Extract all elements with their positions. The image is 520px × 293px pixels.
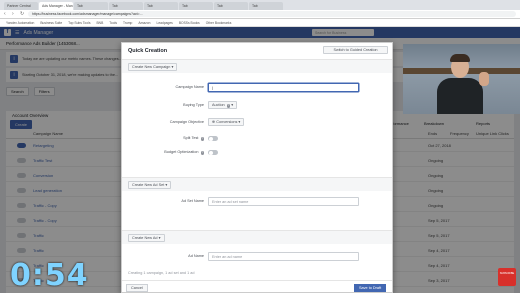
ad-section-body: Ad Name Enter an ad name xyxy=(122,244,392,268)
subscribe-badge[interactable]: SUBSCRIBE xyxy=(498,268,516,286)
bookmark-item[interactable]: Yandex Automation xyxy=(6,21,34,25)
bookmark-item[interactable]: Trump xyxy=(123,21,132,25)
creation-summary: Creating 1 campaign, 1 ad set and 1 ad xyxy=(128,271,195,275)
browser-tab[interactable]: Ads Manager - Manage Ads xyxy=(39,2,73,10)
campaign-section-header: Create New Campaign ▾ xyxy=(122,59,392,73)
browser-tab[interactable]: Tab xyxy=(144,2,178,10)
browser-tab[interactable]: Tab xyxy=(214,2,248,10)
bookmark-item[interactable]: Other Bookmarks xyxy=(206,21,232,25)
cancel-button[interactable]: Cancel xyxy=(126,284,148,292)
browser-tab[interactable]: Tab xyxy=(74,2,108,10)
create-new-campaign-button[interactable]: Create New Campaign ▾ xyxy=(128,63,178,71)
webcam-overlay xyxy=(403,44,520,114)
switch-guided-creation-button[interactable]: Switch to Guided Creation xyxy=(323,46,388,54)
presenter-hand xyxy=(479,72,489,86)
budget-optimization-label: Budget Optimization i xyxy=(164,150,204,155)
adset-name-label: Ad Set Name xyxy=(181,199,204,203)
browser-tab[interactable]: Tab xyxy=(179,2,213,10)
campaign-objective-label: Campaign Objective xyxy=(169,120,204,124)
campaign-objective-dropdown[interactable]: ⊕ Conversions ▾ xyxy=(208,118,245,126)
adset-section-body: Ad Set Name Enter an ad set name xyxy=(122,191,392,227)
browser-tab[interactable]: Tab xyxy=(109,2,143,10)
buying-type-label: Buying Type xyxy=(183,103,204,107)
bookmarks-bar: Yandex Automation Business Suite Top Subs … xyxy=(0,19,520,27)
bookmark-item[interactable]: Business Suite xyxy=(40,21,62,25)
budget-optimization-toggle[interactable] xyxy=(208,150,218,155)
bookmark-item[interactable]: Amazon xyxy=(138,21,150,25)
modal-title: Quick Creation xyxy=(128,48,168,54)
bookmark-item[interactable]: Tools xyxy=(109,21,117,25)
buying-type-dropdown[interactable]: Auction i ▾ xyxy=(208,101,238,109)
browser-tab-bar: Partner CentralAds Manager - Manage AdsT… xyxy=(0,0,520,10)
split-test-toggle[interactable] xyxy=(208,136,218,141)
adset-section-header: Create New Ad Set ▾ xyxy=(122,177,392,191)
reload-icon[interactable]: ↻ xyxy=(20,11,25,17)
campaign-section-body: Campaign Name | Buying Type Auction i ▾ … xyxy=(122,73,392,161)
bookmark-item[interactable]: BOSSs Books xyxy=(179,21,200,25)
quick-creation-modal: Quick Creation Switch to Guided Creation… xyxy=(121,42,393,293)
countdown-timer: 0:54 xyxy=(10,258,89,293)
save-to-draft-button[interactable]: Save to Draft xyxy=(354,284,387,292)
objective-icon: ⊕ xyxy=(212,120,216,124)
browser-url-bar: ‹ › ↻ https://business.facebook.com/adsm… xyxy=(0,10,520,19)
info-icon: i xyxy=(200,150,204,155)
ad-name-input[interactable]: Enter an ad name xyxy=(208,252,359,261)
presenter-body xyxy=(437,78,483,114)
ad-section-header: Create New Ad ▾ xyxy=(122,230,392,244)
campaign-name-input[interactable]: | xyxy=(208,83,359,92)
split-test-label: Split Test i xyxy=(183,136,204,141)
bookmark-item[interactable]: Top Subs Tools xyxy=(68,21,90,25)
create-new-adset-button[interactable]: Create New Ad Set ▾ xyxy=(128,181,172,189)
presenter-hair xyxy=(450,54,470,62)
address-input[interactable]: https://business.facebook.com/adsmanager… xyxy=(28,11,516,17)
bookmark-item[interactable]: Leadpages xyxy=(156,21,172,25)
back-icon[interactable]: ‹ xyxy=(4,11,9,17)
ad-name-label: Ad Name xyxy=(188,254,204,258)
campaign-name-label: Campaign Name xyxy=(175,85,205,89)
modal-footer: Cancel Save to Draft xyxy=(122,280,392,292)
browser-tab[interactable]: Tab xyxy=(249,2,283,10)
info-icon: i xyxy=(200,136,204,141)
info-icon: i xyxy=(226,103,231,108)
create-new-ad-button[interactable]: Create New Ad ▾ xyxy=(128,234,165,242)
bookmark-item[interactable]: BNB xyxy=(96,21,103,25)
forward-icon[interactable]: › xyxy=(12,11,17,17)
browser-tab[interactable]: Partner Central xyxy=(4,2,38,10)
adset-name-input[interactable]: Enter an ad set name xyxy=(208,197,359,206)
